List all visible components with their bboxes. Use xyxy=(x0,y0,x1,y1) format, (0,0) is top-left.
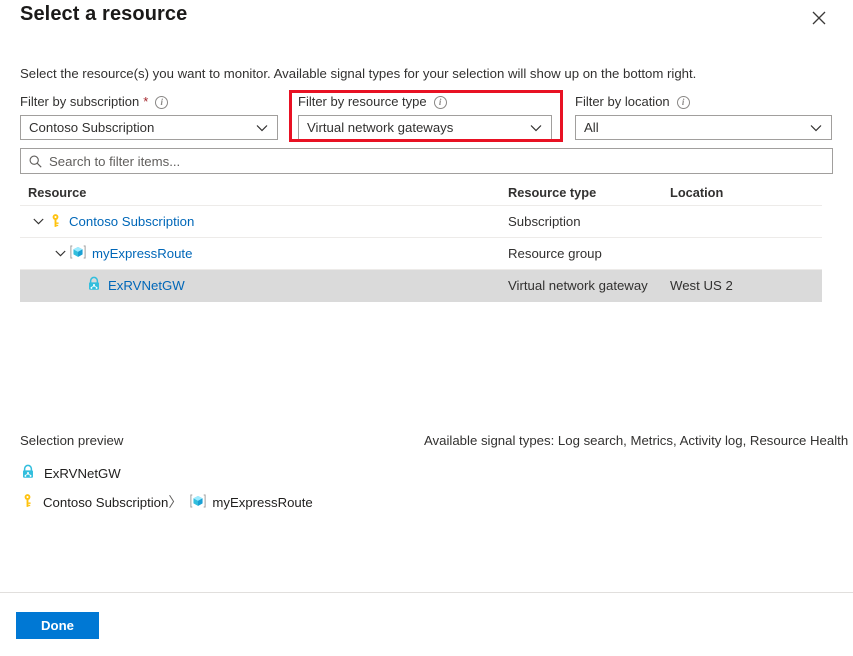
column-header-resource: Resource xyxy=(20,185,508,200)
done-button[interactable]: Done xyxy=(16,612,99,639)
row-location: West US 2 xyxy=(670,278,820,293)
resource-type-select-value: Virtual network gateways xyxy=(299,120,530,135)
filter-resource-type-label: Filter by resource type i xyxy=(298,92,552,110)
selection-preview-scope: Contoso Subscription 〉 myExpressRoute xyxy=(20,492,313,512)
resource-link[interactable]: myExpressRoute xyxy=(92,246,192,261)
row-resource-type: Virtual network gateway xyxy=(508,278,670,293)
subscription-select-value: Contoso Subscription xyxy=(21,120,256,135)
scope-separator-icon: 〉 xyxy=(168,492,182,512)
chevron-down-icon[interactable] xyxy=(28,218,48,225)
key-icon xyxy=(48,213,63,231)
filter-resource-type-label-text: Filter by resource type xyxy=(298,94,427,109)
resource-link[interactable]: Contoso Subscription xyxy=(69,214,194,229)
location-select-value: All xyxy=(576,120,810,135)
page-title: Select a resource xyxy=(20,3,187,26)
table-row[interactable]: ExRVNetGW Virtual network gateway West U… xyxy=(20,270,822,302)
resource-type-select[interactable]: Virtual network gateways xyxy=(298,115,552,140)
required-marker: * xyxy=(143,95,148,108)
row-resource-cell: Contoso Subscription xyxy=(20,213,508,231)
footer-divider xyxy=(0,592,853,593)
table-row[interactable]: myExpressRoute Resource group xyxy=(20,238,822,270)
selection-preview-resource: ExRVNetGW xyxy=(20,464,121,483)
selection-preview-resource-name: ExRVNetGW xyxy=(44,466,121,481)
filter-location: Filter by location i All xyxy=(575,92,832,140)
resource-link[interactable]: ExRVNetGW xyxy=(108,278,185,293)
filter-subscription: Filter by subscription * i Contoso Subsc… xyxy=(20,92,278,140)
intro-text: Select the resource(s) you want to monit… xyxy=(20,66,696,81)
select-resource-dialog: Select a resource Select the resource(s)… xyxy=(0,0,853,656)
subscription-select[interactable]: Contoso Subscription xyxy=(20,115,278,140)
info-icon[interactable]: i xyxy=(677,96,690,109)
filter-subscription-label-text: Filter by subscription xyxy=(20,94,139,109)
row-resource-cell: ExRVNetGW xyxy=(20,276,508,295)
resource-group-icon xyxy=(190,493,206,512)
filter-location-label-text: Filter by location xyxy=(575,94,670,109)
row-resource-type: Resource group xyxy=(508,246,670,261)
resource-tree-table: Resource Resource type Location xyxy=(20,180,822,302)
filter-location-label: Filter by location i xyxy=(575,92,832,110)
selection-preview-title: Selection preview xyxy=(20,433,123,448)
table-row[interactable]: Contoso Subscription Subscription xyxy=(20,206,822,238)
virtual-network-gateway-icon xyxy=(20,464,36,483)
column-header-resource-type: Resource type xyxy=(508,185,670,200)
info-icon[interactable]: i xyxy=(155,96,168,109)
chevron-down-icon[interactable] xyxy=(50,250,70,257)
table-header: Resource Resource type Location xyxy=(20,180,822,206)
info-icon[interactable]: i xyxy=(434,96,447,109)
search-icon xyxy=(29,155,42,168)
search-input[interactable]: Search to filter items... xyxy=(20,148,833,174)
location-select[interactable]: All xyxy=(575,115,832,140)
row-resource-cell: myExpressRoute xyxy=(20,244,508,263)
selection-preview-resource-group: myExpressRoute xyxy=(212,495,312,510)
filter-resource-type: Filter by resource type i Virtual networ… xyxy=(298,92,552,140)
column-header-location: Location xyxy=(670,185,820,200)
resource-group-icon xyxy=(70,244,86,263)
search-placeholder: Search to filter items... xyxy=(49,154,180,169)
row-resource-type: Subscription xyxy=(508,214,670,229)
key-icon xyxy=(20,493,35,511)
virtual-network-gateway-icon xyxy=(86,276,102,295)
chevron-down-icon xyxy=(810,124,822,132)
selection-preview-subscription: Contoso Subscription xyxy=(43,495,168,510)
chevron-down-icon xyxy=(256,124,268,132)
filter-bar: Filter by subscription * i Contoso Subsc… xyxy=(0,92,853,144)
close-icon[interactable] xyxy=(807,6,831,30)
available-signal-types: Available signal types: Log search, Metr… xyxy=(424,433,848,448)
filter-subscription-label: Filter by subscription * i xyxy=(20,92,278,110)
chevron-down-icon xyxy=(530,124,542,132)
